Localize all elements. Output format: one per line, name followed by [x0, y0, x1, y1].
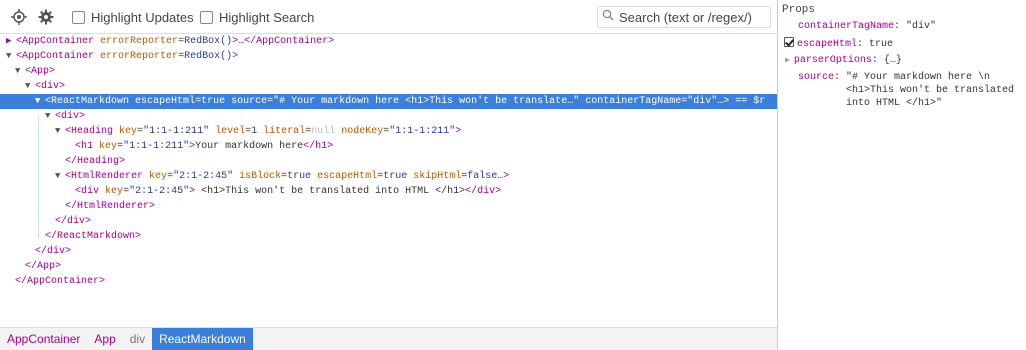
prop-source-line: <h1>This won't be translated: [846, 85, 1015, 96]
component-tree: ▶ <AppContainer errorReporter=RedBox()>…<…: [0, 34, 777, 327]
toolbar: Highlight Updates Highlight Search Searc…: [0, 0, 777, 34]
collapse-arrow-icon[interactable]: ▼: [25, 79, 35, 94]
tree-row[interactable]: ▼ <AppContainer errorReporter=RedBox()>: [0, 49, 777, 64]
tree-row[interactable]: ▼ <div>: [0, 109, 777, 124]
prop-source[interactable]: source: "# Your markdown here \n: [798, 71, 990, 84]
tree-row[interactable]: </App>: [0, 259, 777, 274]
highlight-updates-toggle[interactable]: Highlight Updates: [72, 10, 194, 25]
props-title: Props: [782, 4, 816, 16]
tree-row-selected[interactable]: ▼ <ReactMarkdown escapeHtml=true source="…: [0, 94, 777, 109]
tree-row[interactable]: <h1 key="1:1-1:211">Your markdown here</…: [0, 139, 777, 154]
props-panel: Props containerTagName: "div" escapeHtml…: [777, 0, 1026, 350]
prop-escape-html[interactable]: escapeHtml: true: [784, 37, 893, 51]
breadcrumb-item-reactmarkdown[interactable]: ReactMarkdown: [152, 328, 253, 350]
prop-container-tag-name[interactable]: containerTagName: "div": [798, 20, 936, 33]
search-icon: [602, 8, 614, 26]
checkbox-checked-icon[interactable]: [784, 37, 794, 47]
tree-row[interactable]: ▼ <div>: [0, 79, 777, 94]
tree-row[interactable]: </div>: [0, 244, 777, 259]
collapse-arrow-icon[interactable]: ▼: [6, 49, 16, 64]
tree-row[interactable]: </div>: [0, 214, 777, 229]
tree-row[interactable]: ▶ <AppContainer errorReporter=RedBox()>…<…: [0, 34, 777, 49]
target-icon[interactable]: [11, 9, 27, 25]
prop-source-line: into HTML </h1>": [846, 98, 943, 109]
collapse-arrow-icon[interactable]: ▼: [35, 94, 45, 109]
gear-icon[interactable]: [38, 9, 54, 25]
tree-row[interactable]: </ReactMarkdown>: [0, 229, 777, 244]
collapse-arrow-icon[interactable]: ▼: [15, 64, 25, 79]
expand-arrow-icon[interactable]: ▶: [785, 56, 790, 65]
highlight-search-label: Highlight Search: [219, 10, 315, 25]
expand-arrow-icon[interactable]: ▶: [6, 34, 16, 49]
tree-row[interactable]: <div key="2:1-2:45"> <h1>This won't be t…: [0, 184, 777, 199]
highlight-search-checkbox[interactable]: [200, 11, 213, 24]
tree-row[interactable]: ▼ <App>: [0, 64, 777, 79]
search-input[interactable]: Search (text or /regex/): [597, 6, 771, 28]
collapse-arrow-icon[interactable]: ▼: [55, 169, 65, 184]
breadcrumb: AppContainer App div ReactMarkdown: [0, 327, 777, 350]
elements-panel: Highlight Updates Highlight Search Searc…: [0, 0, 777, 350]
highlight-updates-label: Highlight Updates: [91, 10, 194, 25]
highlight-updates-checkbox[interactable]: [72, 11, 85, 24]
breadcrumb-item-appcontainer[interactable]: AppContainer: [0, 328, 87, 350]
collapse-arrow-icon[interactable]: ▼: [45, 109, 55, 124]
collapse-arrow-icon[interactable]: ▼: [55, 124, 65, 139]
search-placeholder: Search (text or /regex/): [619, 9, 752, 25]
tree-row[interactable]: ▼ <HtmlRenderer key="2:1-2:45" isBlock=tr…: [0, 169, 777, 184]
breadcrumb-item-div[interactable]: div: [123, 328, 152, 350]
breadcrumb-item-app[interactable]: App: [87, 328, 122, 350]
tree-row[interactable]: </HtmlRenderer>: [0, 199, 777, 214]
tree-row[interactable]: </Heading>: [0, 154, 777, 169]
tree-row[interactable]: ▼ <Heading key="1:1-1:211" level=1 litera…: [0, 124, 777, 139]
tree-row[interactable]: </AppContainer>: [0, 274, 777, 289]
highlight-search-toggle[interactable]: Highlight Search: [200, 10, 314, 25]
prop-parser-options[interactable]: ▶ parserOptions: {…}: [785, 54, 902, 67]
